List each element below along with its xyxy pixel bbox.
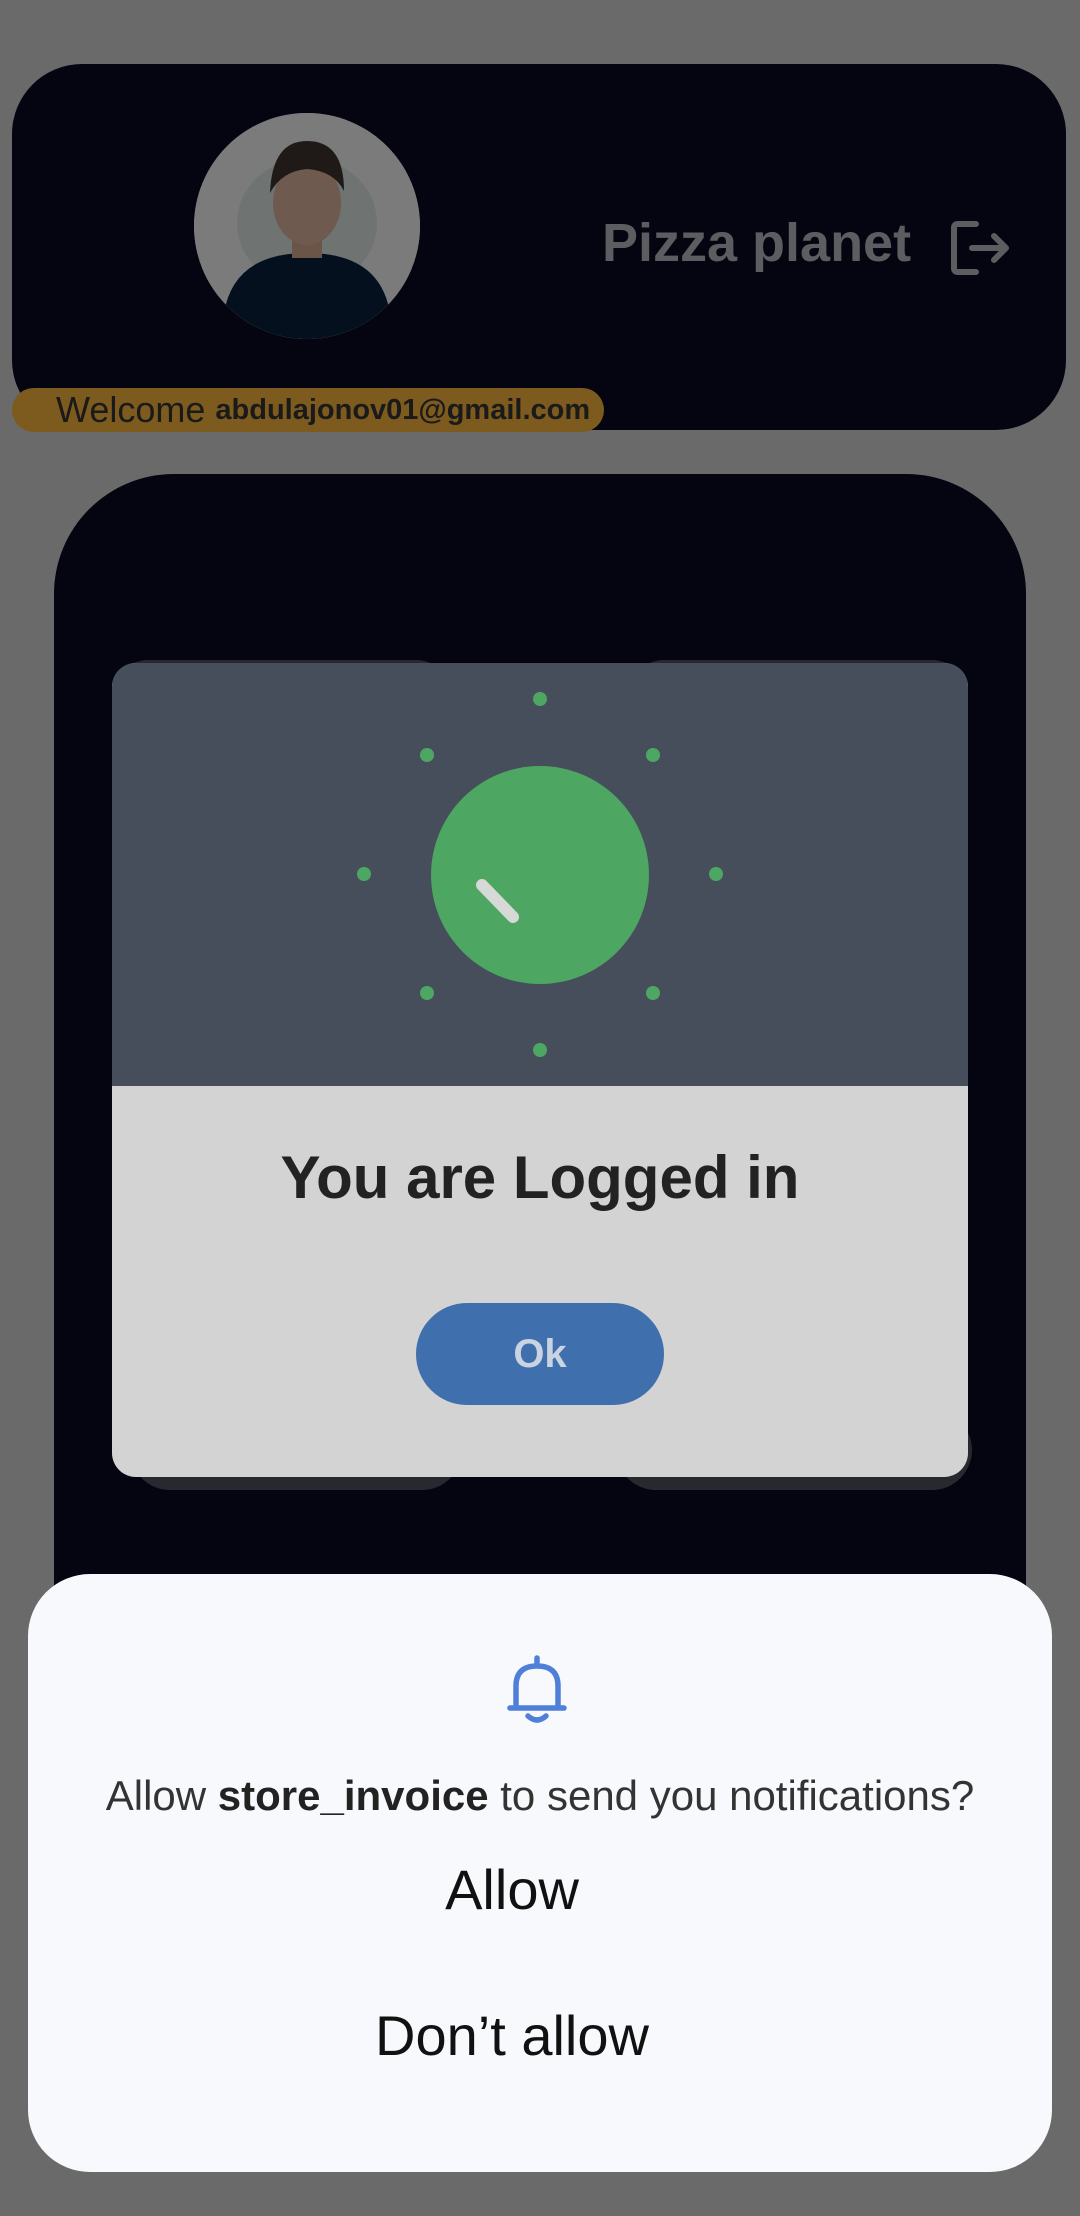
user-email: abdulajonov01@gmail.com bbox=[215, 393, 591, 426]
ok-button[interactable]: Ok bbox=[416, 1303, 664, 1405]
welcome-banner: Welcome abdulajonov01@gmail.com bbox=[12, 388, 604, 432]
person-avatar-icon bbox=[194, 113, 420, 339]
question-prefix: Allow bbox=[105, 1772, 207, 1819]
allow-button[interactable]: Allow bbox=[212, 1834, 812, 1944]
bell-icon bbox=[507, 1655, 567, 1723]
app-name: store_invoice bbox=[217, 1772, 489, 1819]
logout-icon[interactable] bbox=[950, 220, 1012, 276]
brand-name: Pizza planet bbox=[602, 213, 912, 273]
notification-question: Allow store_invoice to send you notifica… bbox=[28, 1772, 1052, 1820]
welcome-label: Welcome bbox=[56, 389, 206, 430]
question-suffix: to send you notifications? bbox=[500, 1772, 975, 1819]
login-success-dialog: You are Logged in Ok bbox=[112, 663, 968, 1477]
dialog-header bbox=[112, 663, 968, 1086]
dont-allow-button[interactable]: Don’t allow bbox=[212, 1980, 812, 2090]
dialog-title: You are Logged in bbox=[280, 1144, 800, 1211]
avatar[interactable] bbox=[194, 113, 420, 339]
success-check-icon bbox=[357, 692, 723, 1057]
